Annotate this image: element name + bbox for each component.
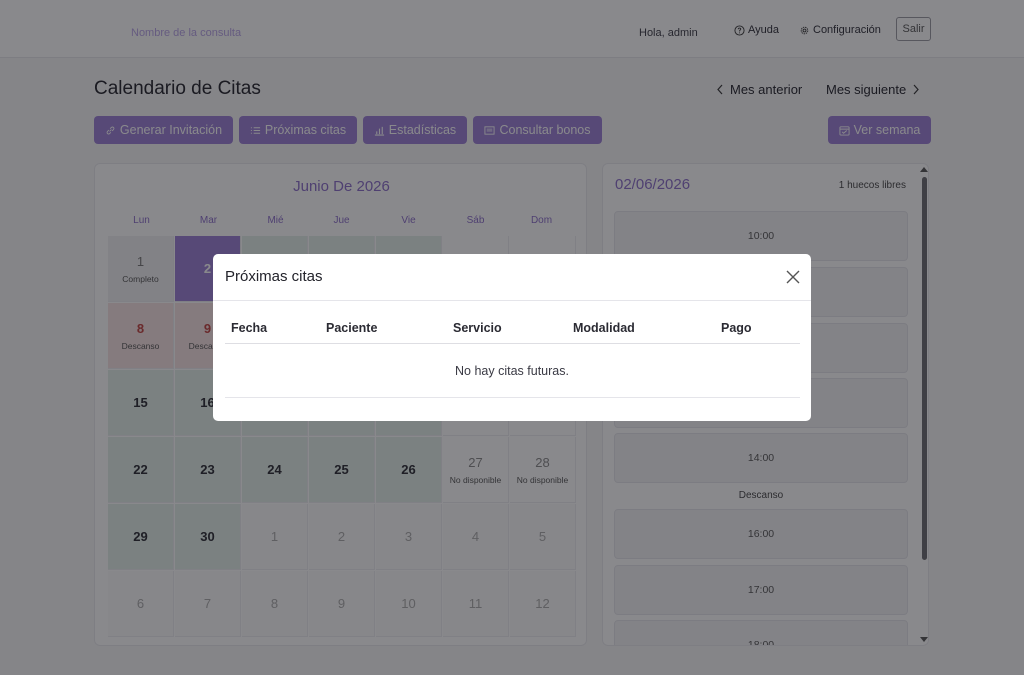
column-header-modality: Modalidad bbox=[573, 321, 635, 335]
column-header-patient: Paciente bbox=[326, 321, 378, 335]
upcoming-appointments-modal: Próximas citas Fecha Paciente Servicio M… bbox=[213, 254, 811, 421]
close-icon[interactable] bbox=[785, 269, 801, 285]
modal-title: Próximas citas bbox=[225, 268, 323, 285]
divider bbox=[213, 300, 811, 301]
table-header-divider bbox=[225, 343, 800, 344]
column-header-service: Servicio bbox=[453, 321, 502, 335]
column-header-date: Fecha bbox=[231, 321, 268, 335]
empty-state-message: No hay citas futuras. bbox=[455, 364, 569, 378]
column-header-payment: Pago bbox=[721, 321, 752, 335]
divider bbox=[225, 397, 800, 398]
